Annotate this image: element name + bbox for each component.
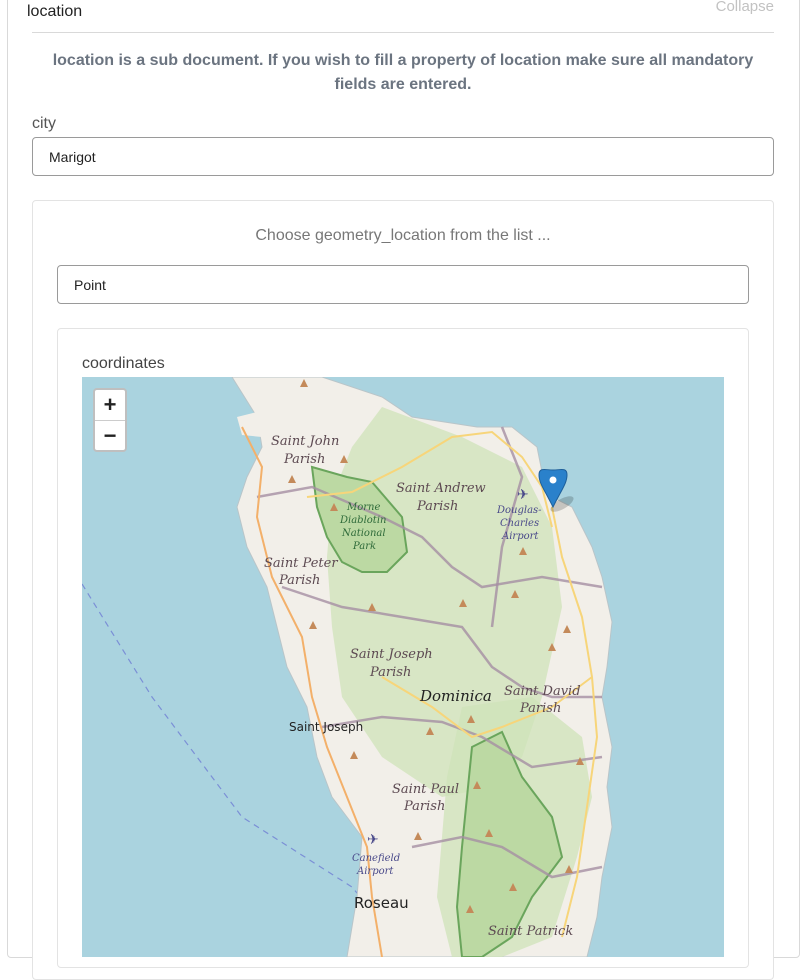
place-label: Airport xyxy=(501,531,539,542)
place-label: Parish xyxy=(416,499,458,514)
coordinates-map[interactable]: ✈ ✈ Saint John Parish Saint Andrew Paris… xyxy=(82,377,724,957)
airport-icon: ✈ xyxy=(367,831,379,847)
place-label: Parish xyxy=(283,452,325,467)
place-label: Saint Andrew xyxy=(396,481,486,496)
airport-icon: ✈ xyxy=(517,486,529,502)
place-label: Parish xyxy=(278,573,320,588)
geometry-prompt: Choose geometry_location from the list .… xyxy=(255,227,551,244)
place-label: Parish xyxy=(403,799,445,814)
place-label: Roseau xyxy=(354,894,409,912)
place-label: Charles xyxy=(500,518,539,529)
place-label: Saint Joseph xyxy=(289,720,363,734)
place-label: Saint Patrick xyxy=(488,924,573,939)
place-label: Saint Paul xyxy=(392,782,459,797)
place-label: Saint Peter xyxy=(264,556,338,571)
subdocument-notice: location is a sub document. If you wish … xyxy=(52,52,754,93)
header-divider xyxy=(32,32,774,33)
place-label: Parish xyxy=(519,701,561,716)
zoom-out-button[interactable]: − xyxy=(95,420,125,450)
geometry-type-select[interactable]: Point xyxy=(57,265,749,304)
geometry-type-value: Point xyxy=(74,276,106,293)
place-label: National xyxy=(341,528,386,539)
place-label: Morne xyxy=(346,502,380,513)
coordinates-label: coordinates xyxy=(82,355,165,372)
zoom-control: + − xyxy=(93,388,127,452)
section-title: location xyxy=(27,3,83,20)
place-label: Park xyxy=(352,541,376,552)
map-tiles: ✈ ✈ Saint John Parish Saint Andrew Paris… xyxy=(82,377,613,957)
place-label: Dominica xyxy=(419,687,492,705)
city-input-value: Marigot xyxy=(49,148,96,165)
zoom-in-button[interactable]: + xyxy=(95,390,125,420)
place-label: Airport xyxy=(356,866,394,877)
place-label: Parish xyxy=(369,665,411,680)
place-label: Saint John xyxy=(271,434,339,449)
place-label: Diablotin xyxy=(339,515,386,526)
city-input[interactable]: Marigot xyxy=(32,137,774,176)
place-label: Saint Joseph xyxy=(350,647,433,662)
collapse-button[interactable]: Collapse xyxy=(716,0,774,15)
place-label: Saint David xyxy=(504,684,581,699)
place-label: Douglas- xyxy=(496,505,542,516)
city-label: city xyxy=(32,115,56,132)
place-label: Canefield xyxy=(352,853,400,864)
